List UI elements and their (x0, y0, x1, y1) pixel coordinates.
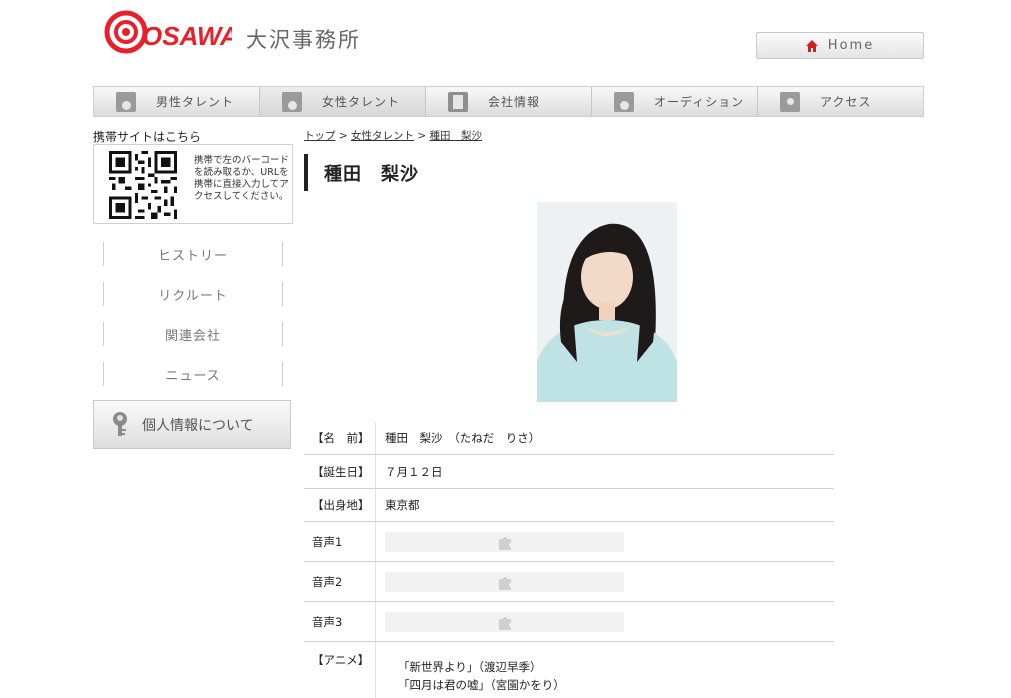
nav-label: オーディション (654, 95, 745, 109)
mobile-site-title: 携帯サイトはこちら (93, 130, 202, 144)
sidebar-link-label: ニュース (165, 368, 221, 384)
privacy-policy-button[interactable]: 個人情報について (93, 400, 291, 449)
profile-row-audio-3: 音声3 (304, 602, 834, 642)
row-label: 【アニメ】 (304, 642, 376, 698)
privacy-label: 個人情報について (142, 417, 254, 434)
logo-mark-icon: OSAWA (104, 10, 232, 54)
audio-player-plugin[interactable] (385, 571, 624, 592)
map-pin-icon (780, 91, 800, 112)
sidebar-link-history[interactable]: ヒストリー (103, 242, 283, 266)
anime-item: 「新世界より」（渡辺早季） (398, 660, 542, 674)
row-value: ７月１２日 (385, 464, 443, 479)
breadcrumb-current[interactable]: 種田 梨沙 (430, 130, 483, 142)
qr-code-icon (109, 151, 177, 219)
profile-photo (537, 202, 677, 402)
profile-row-name: 【名 前】 種田 梨沙 （たねだ りさ） (304, 422, 834, 455)
profile-row-audio-2: 音声2 (304, 562, 834, 602)
row-label: 【出身地】 (304, 489, 376, 521)
person-icon (116, 91, 136, 112)
nav-label: 男性タレント (156, 95, 235, 109)
anime-item: 「四月は君の嘘」（宮園かをり） (398, 678, 565, 692)
row-value: 種田 梨沙 （たねだ りさ） (385, 431, 541, 445)
key-icon (113, 411, 127, 436)
sidebar-link-label: ヒストリー (157, 248, 228, 264)
row-label: 【誕生日】 (304, 455, 376, 488)
nav-female-talent[interactable]: 女性タレント (260, 87, 426, 116)
nav-audition[interactable]: オーディション (592, 87, 758, 116)
nav-label: アクセス (820, 95, 872, 109)
qr-panel: 携帯で左のバーコードを読み取るか、URLを携帯に直接入力してアクセスしてください… (93, 144, 293, 224)
profile-row-hometown: 【出身地】 東京都 (304, 489, 834, 522)
group-icon (614, 91, 634, 112)
profile-row-anime: 【アニメ】 「新世界より」（渡辺早季） 「四月は君の嘘」（宮園かをり） (304, 642, 834, 698)
row-label: 音声2 (304, 562, 376, 601)
logo-text: OSAWA (142, 21, 232, 51)
qr-instructions: 携帯で左のバーコードを読み取るか、URLを携帯に直接入力してアクセスしてください… (194, 155, 290, 202)
nav-company-info[interactable]: 会社情報 (426, 87, 592, 116)
sidebar-link-recruit[interactable]: リクルート (103, 282, 283, 306)
plugin-puzzle-icon (498, 536, 511, 550)
sidebar-link-related-companies[interactable]: 関連会社 (103, 322, 283, 346)
company-name: 大沢事務所 (246, 28, 361, 52)
sidebar-link-label: 関連会社 (164, 328, 221, 344)
nav-access[interactable]: アクセス (758, 87, 923, 116)
home-label: Home (827, 38, 875, 53)
portrait-image (537, 202, 677, 402)
breadcrumb-category-link[interactable]: 女性タレント (351, 130, 414, 142)
row-label: 【名 前】 (304, 422, 376, 454)
row-label: 音声1 (304, 522, 376, 561)
home-icon (805, 39, 818, 52)
profile-table: 【名 前】 種田 梨沙 （たねだ りさ） 【誕生日】 ７月１２日 【出身地】 東… (304, 422, 834, 698)
row-label: 音声3 (304, 602, 376, 641)
breadcrumb-separator: > (338, 130, 348, 142)
audio-player-plugin[interactable] (385, 531, 624, 552)
anime-list: 「新世界より」（渡辺早季） 「四月は君の嘘」（宮園かをり） (376, 642, 565, 694)
sidebar-link-news[interactable]: ニュース (103, 362, 283, 386)
breadcrumb: トップ > 女性タレント > 種田 梨沙 (304, 128, 482, 143)
person-icon (282, 91, 302, 112)
row-value: 東京都 (385, 498, 420, 512)
home-button[interactable]: Home (756, 32, 924, 59)
nav-label: 女性タレント (322, 95, 401, 109)
page-title: 種田 梨沙 (304, 154, 419, 191)
main-nav: 男性タレント 女性タレント 会社情報 オーディション アクセス (93, 86, 924, 117)
profile-row-audio-1: 音声1 (304, 522, 834, 562)
sidebar-link-label: リクルート (158, 288, 228, 304)
osawa-logo[interactable]: OSAWA (104, 8, 232, 56)
audio-player-plugin[interactable] (385, 611, 624, 632)
profile-row-birthday: 【誕生日】 ７月１２日 (304, 455, 834, 489)
breadcrumb-top-link[interactable]: トップ (304, 130, 336, 142)
plugin-puzzle-icon (498, 616, 511, 630)
nav-male-talent[interactable]: 男性タレント (94, 87, 260, 116)
nav-label: 会社情報 (488, 95, 541, 109)
document-icon (448, 91, 468, 112)
breadcrumb-separator: > (417, 130, 427, 142)
plugin-puzzle-icon (498, 576, 511, 590)
